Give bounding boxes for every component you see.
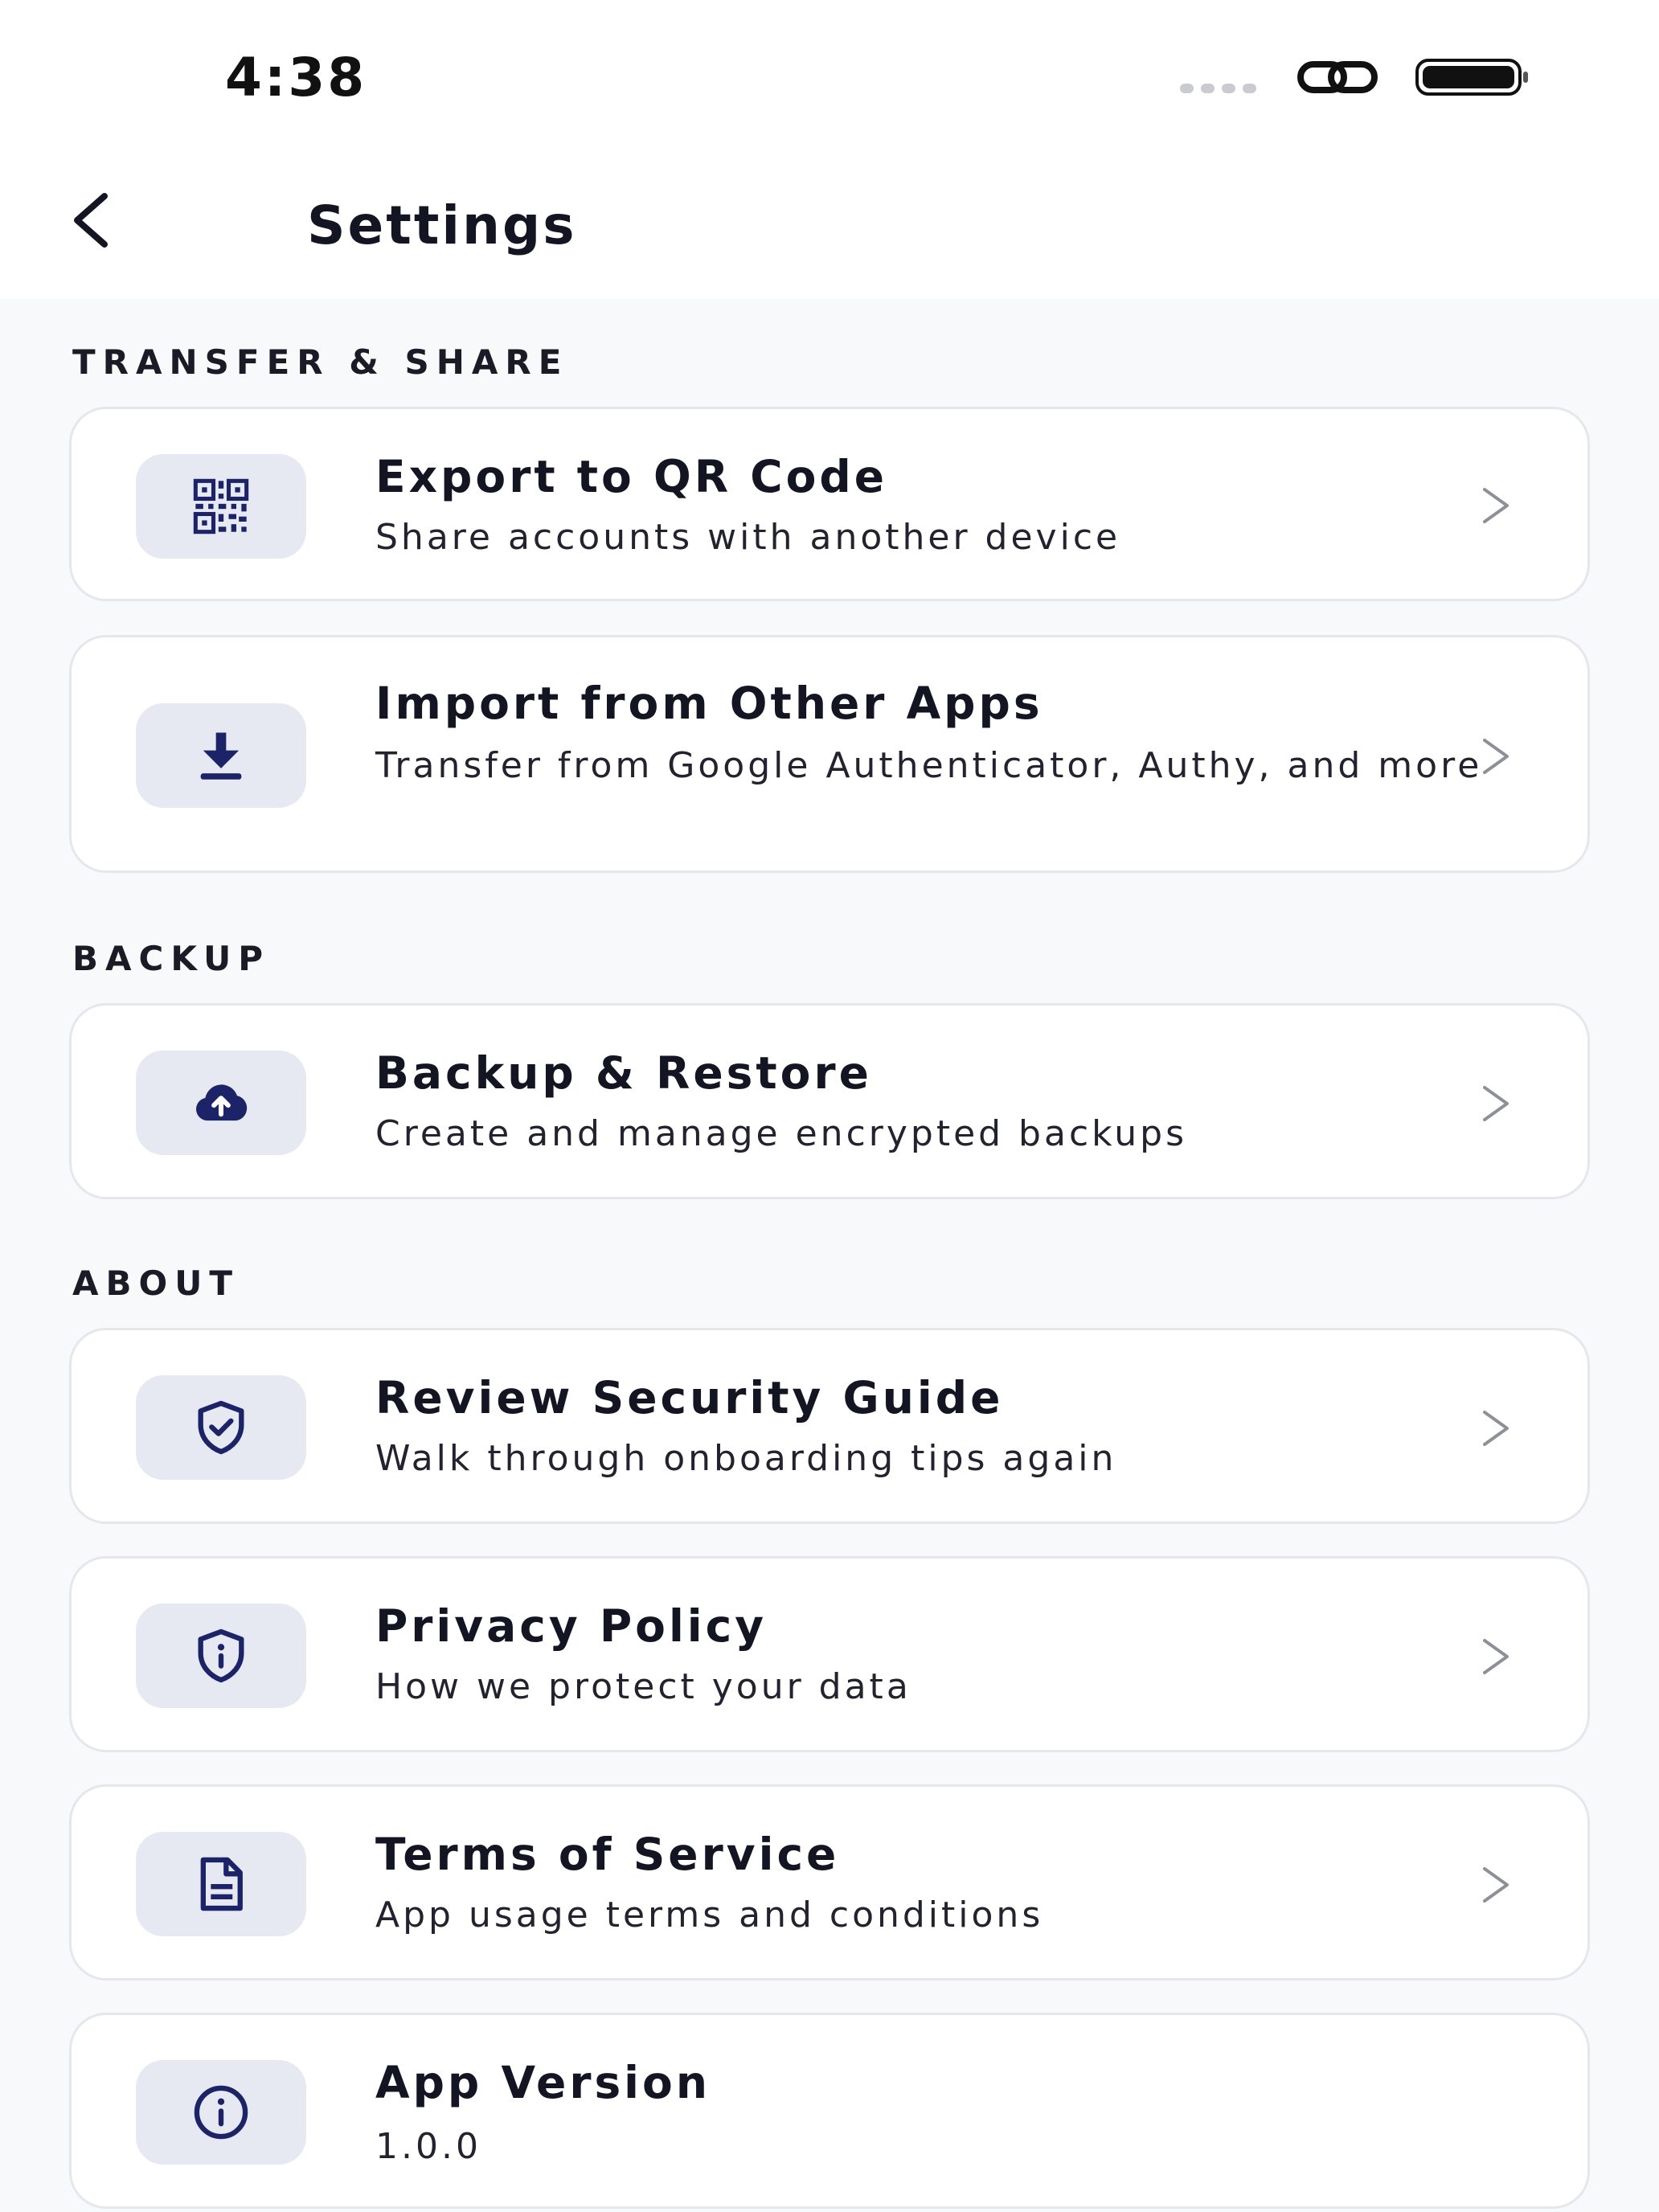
item-subtitle: Transfer from Google Authenticator, Auth… xyxy=(375,745,1483,786)
item-subtitle: Create and manage encrypted backups xyxy=(375,1113,1188,1154)
icon-tile xyxy=(136,1051,306,1155)
page-title: Settings xyxy=(307,195,577,256)
item-title: Backup & Restore xyxy=(375,1047,872,1099)
import-from-apps-item[interactable]: Import from Other Apps Transfer from Goo… xyxy=(69,635,1590,873)
item-title: Export to QR Code xyxy=(375,451,888,502)
download-icon xyxy=(200,732,242,780)
section-label-backup: BACKUP xyxy=(72,939,271,978)
chevron-right-icon xyxy=(1483,1086,1509,1121)
cloud-upload-icon xyxy=(196,1084,248,1121)
item-title: App Version xyxy=(375,2057,711,2108)
item-subtitle: Share accounts with another device xyxy=(375,517,1121,558)
app-version-item: App Version 1.0.0 xyxy=(69,2013,1590,2209)
item-subtitle: App usage terms and conditions xyxy=(375,1895,1044,1936)
section-label-about: ABOUT xyxy=(72,1264,240,1303)
item-title: Terms of Service xyxy=(375,1829,840,1880)
icon-tile xyxy=(136,454,306,559)
icon-tile xyxy=(136,1375,306,1480)
privacy-policy-item[interactable]: Privacy Policy How we protect your data xyxy=(69,1556,1590,1752)
info-circle-icon xyxy=(194,2085,248,2140)
shield-info-icon xyxy=(198,1628,244,1683)
item-title: Privacy Policy xyxy=(375,1600,768,1652)
icon-tile xyxy=(136,2060,306,2165)
chevron-right-icon xyxy=(1483,1867,1509,1903)
link-icon xyxy=(1297,61,1378,93)
item-subtitle: Walk through onboarding tips again xyxy=(375,1438,1117,1479)
item-title: Review Security Guide xyxy=(375,1372,1004,1423)
app-header: Settings xyxy=(0,153,1659,299)
section-label-transfer: TRANSFER & SHARE xyxy=(72,342,569,382)
item-subtitle: How we protect your data xyxy=(375,1666,911,1707)
battery-icon xyxy=(1415,59,1528,96)
backup-restore-item[interactable]: Backup & Restore Create and manage encry… xyxy=(69,1003,1590,1199)
icon-tile xyxy=(136,1832,306,1936)
app-version-value: 1.0.0 xyxy=(375,2126,481,2167)
icon-tile xyxy=(136,703,306,808)
chevron-right-icon xyxy=(1483,488,1509,523)
back-button[interactable] xyxy=(58,185,129,256)
status-time: 4:38 xyxy=(225,47,367,109)
qr-code-icon xyxy=(193,478,249,535)
shield-check-icon xyxy=(198,1400,244,1455)
export-qr-code-item[interactable]: Export to QR Code Share accounts with an… xyxy=(69,407,1590,601)
review-security-guide-item[interactable]: Review Security Guide Walk through onboa… xyxy=(69,1328,1590,1524)
item-title: Import from Other Apps xyxy=(375,678,1043,729)
terms-of-service-item[interactable]: Terms of Service App usage terms and con… xyxy=(69,1784,1590,1981)
chevron-right-icon xyxy=(1483,1411,1509,1446)
icon-tile xyxy=(136,1604,306,1708)
signal-dots-icon xyxy=(1180,81,1264,96)
status-bar: 4:38 xyxy=(0,0,1659,153)
chevron-right-icon xyxy=(1483,1639,1509,1674)
chevron-right-icon xyxy=(1483,739,1509,774)
document-icon xyxy=(200,1857,243,1911)
